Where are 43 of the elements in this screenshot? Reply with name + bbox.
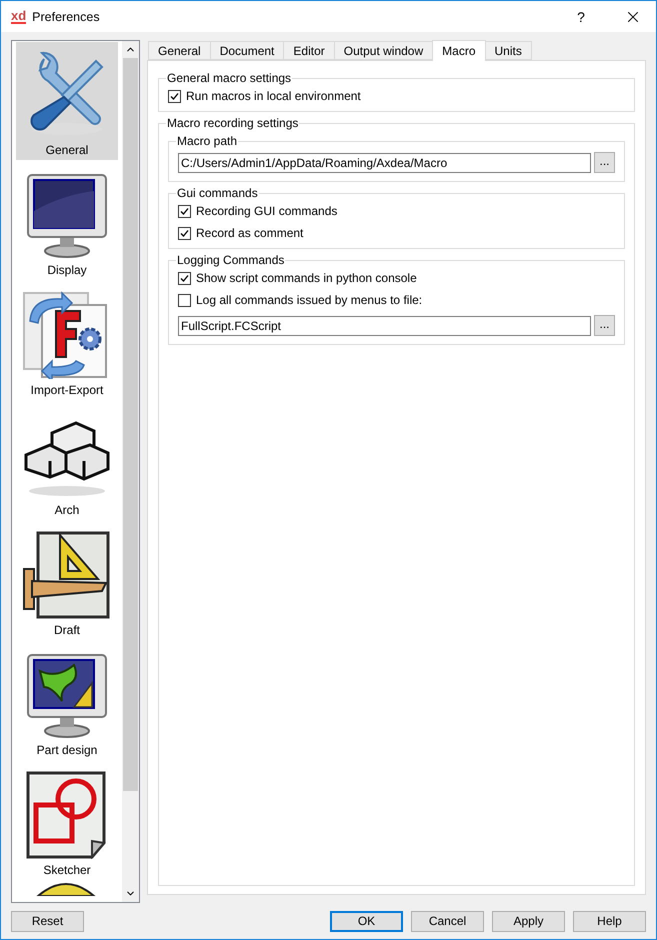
group-title: Macro recording settings xyxy=(166,116,300,130)
coin-icon xyxy=(36,882,96,896)
tab[interactable]: General xyxy=(148,41,211,60)
browse-button[interactable]: ... xyxy=(594,315,615,336)
browse-button[interactable]: ... xyxy=(594,152,615,173)
tab[interactable]: Document xyxy=(210,41,284,60)
group-title: Logging Commands xyxy=(176,253,286,267)
category-item[interactable]: Arch xyxy=(16,402,118,520)
dialog-button[interactable]: Help xyxy=(573,910,646,932)
scroll-thumb[interactable] xyxy=(123,58,138,791)
file-field[interactable]: FullScript.FCScript xyxy=(178,316,591,336)
dialog-button[interactable]: Apply xyxy=(492,910,565,932)
category-item[interactable]: General xyxy=(16,42,118,160)
group-title: Gui commands xyxy=(176,186,259,200)
tab[interactable]: Macro xyxy=(432,40,486,61)
checkbox[interactable] xyxy=(178,294,191,306)
checkbox[interactable] xyxy=(178,272,191,284)
checkbox-label: Log all commands issued by menus to file: xyxy=(196,293,422,307)
category-item[interactable]: Draft xyxy=(16,522,118,640)
checkbox[interactable] xyxy=(178,226,191,240)
window-title: Preferences xyxy=(32,10,101,24)
checkbox-label: Show script commands in python console xyxy=(196,271,417,285)
group-title: General macro settings xyxy=(166,71,292,85)
category-item[interactable]: Part design xyxy=(16,642,118,760)
dialog-button[interactable]: OK xyxy=(330,910,403,932)
category-item[interactable]: Import-Export xyxy=(16,282,118,400)
tab[interactable]: Output window xyxy=(334,41,434,60)
help-button[interactable]: ? xyxy=(558,1,604,32)
checkbox-label: Run macros in local environment xyxy=(186,89,361,103)
set-square-icon xyxy=(22,531,112,619)
checkbox-label: Record as comment xyxy=(196,226,304,240)
reset-button[interactable]: Reset xyxy=(11,910,84,932)
checkbox-label: Recording GUI commands xyxy=(196,204,338,218)
checkbox[interactable] xyxy=(168,90,181,102)
app-logo: xd xyxy=(11,10,26,24)
checkbox[interactable] xyxy=(178,204,191,218)
dialog-button[interactable]: Cancel xyxy=(411,910,484,932)
category-item[interactable]: Display xyxy=(16,162,118,280)
tab[interactable]: Units xyxy=(484,41,532,60)
tab[interactable]: Editor xyxy=(283,41,335,60)
category-item[interactable]: Sketcher xyxy=(16,762,118,880)
path-field[interactable]: C:/Users/Admin1/AppData/Roaming/Axdea/Macro xyxy=(178,152,591,172)
group-title: Macro path xyxy=(176,134,238,148)
